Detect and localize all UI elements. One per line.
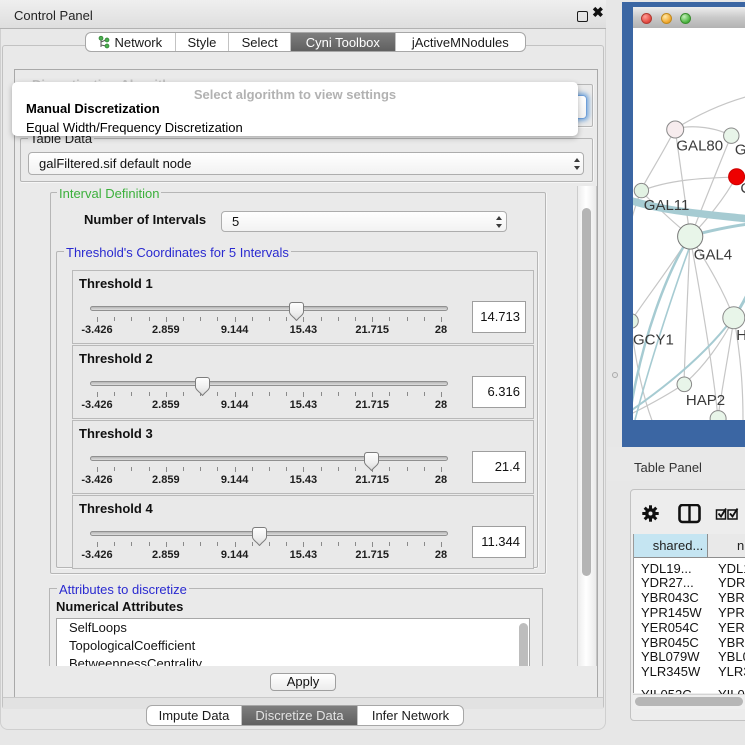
svg-text:GAL11: GAL11 bbox=[644, 197, 690, 214]
svg-text:GCY1: GCY1 bbox=[633, 331, 674, 348]
svg-text:GAL80: GAL80 bbox=[676, 138, 723, 155]
svg-text:C: C bbox=[740, 180, 745, 197]
svg-text:H: H bbox=[736, 327, 745, 344]
svg-text:HAP2: HAP2 bbox=[686, 392, 725, 409]
svg-text:GA: GA bbox=[735, 141, 745, 158]
svg-text:GAL4: GAL4 bbox=[694, 246, 732, 263]
